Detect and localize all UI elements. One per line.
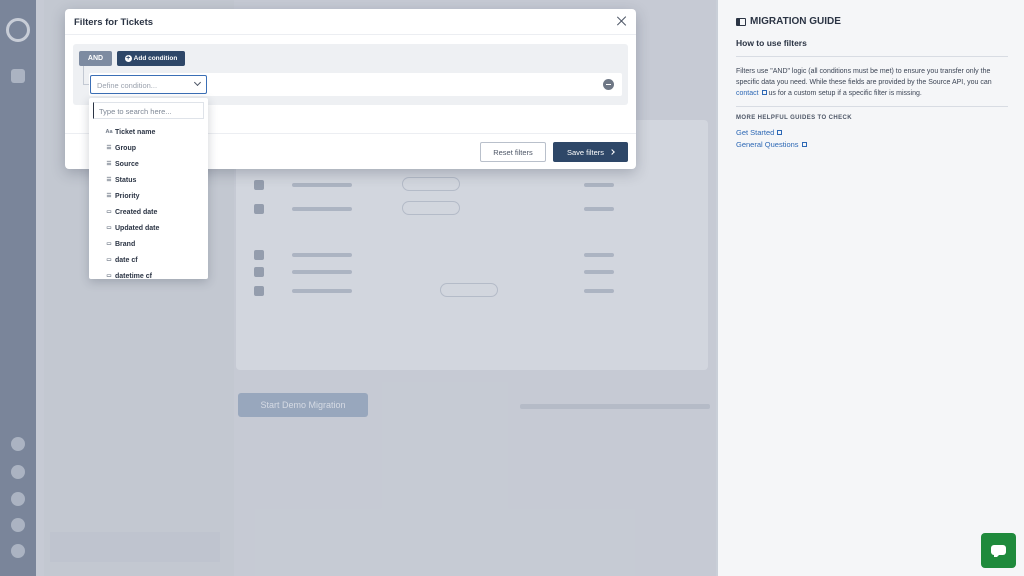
dropdown-item-label: Priority [115, 192, 140, 200]
list-icon: ☰ [106, 161, 112, 167]
dropdown-item[interactable]: ☰ Priority [89, 188, 208, 204]
chevron-down-icon [193, 78, 202, 87]
reset-filters-button[interactable]: Reset filters [480, 142, 546, 162]
list-icon: ☰ [106, 193, 112, 199]
guide-title: MIGRATION GUIDE [736, 16, 841, 27]
condition-dropdown: Type to search here... Aa Ticket name ☰ Gro… [89, 98, 208, 280]
calendar-icon: ▭ [106, 241, 112, 247]
dropdown-item-label: Status [115, 176, 137, 184]
calendar-icon: ▭ [106, 209, 112, 215]
calendar-icon: ▭ [106, 257, 112, 263]
dropdown-item-label: Updated date [115, 224, 160, 232]
dropdown-item[interactable]: ☰ Status [89, 172, 208, 188]
dropdown-item[interactable]: ▭ datetime cf [89, 268, 208, 284]
contact-link[interactable]: contact [736, 90, 767, 97]
get-started-link[interactable]: Get Started [736, 128, 783, 137]
modal-title: Filters for Tickets [74, 17, 154, 28]
modal-header: Filters for Tickets [65, 9, 636, 35]
dropdown-item[interactable]: ☰ Source [89, 156, 208, 172]
dropdown-search-input[interactable]: Type to search here... [93, 102, 204, 119]
dropdown-item-label: Created date [115, 208, 158, 216]
close-icon[interactable] [616, 15, 628, 27]
dropdown-item[interactable]: ▭ Brand [89, 236, 208, 252]
dropdown-item[interactable]: Aa Ticket name [89, 124, 208, 140]
divider [736, 56, 1008, 57]
calendar-icon: ▭ [106, 273, 112, 279]
guide-paragraph-text-1: Filters use "AND" logic (all conditions … [736, 68, 992, 86]
dropdown-item-label: Ticket name [115, 128, 156, 136]
add-condition-label: Add condition [133, 55, 178, 62]
chat-icon [991, 545, 1006, 557]
remove-condition-icon[interactable] [603, 79, 614, 90]
dropdown-item-label: Source [115, 160, 139, 168]
guide-subtitle: How to use filters [736, 38, 807, 48]
condition-row: Define condition... [89, 73, 622, 96]
filter-group: AND + Add condition Define condition... [73, 44, 628, 105]
dropdown-item[interactable]: ▭ Updated date [89, 220, 208, 236]
calendar-icon: ▭ [106, 225, 112, 231]
condition-select[interactable]: Define condition... [90, 75, 207, 94]
plus-icon: + [124, 55, 132, 62]
guide-title-text: MIGRATION GUIDE [750, 16, 841, 27]
save-filters-label: Save filters [566, 147, 605, 157]
chat-button[interactable] [981, 533, 1016, 568]
general-questions-link[interactable]: General Questions [736, 140, 807, 149]
dropdown-item-label: datetime cf [115, 272, 152, 280]
general-questions-link-text: General Questions [736, 140, 799, 149]
get-started-link-text: Get Started [736, 128, 775, 137]
dropdown-list: Aa Ticket name ☰ Group ☰ Source ☰ Status ☰ Priori… [89, 124, 208, 284]
condition-placeholder: Define condition... [97, 81, 158, 90]
list-icon: ☰ [106, 177, 112, 183]
dropdown-item-label: Group [115, 144, 136, 152]
external-link-icon [801, 142, 807, 147]
guide-paragraph: Filters use "AND" logic (all conditions … [736, 66, 1010, 99]
dropdown-item[interactable]: ▭ date cf [89, 252, 208, 268]
dropdown-item-label: date cf [115, 256, 138, 264]
divider [736, 106, 1008, 107]
add-condition-button[interactable]: + Add condition [117, 51, 185, 66]
contact-link-text: contact [736, 90, 759, 97]
list-icon: ☰ [106, 145, 112, 151]
external-link-icon [777, 130, 783, 135]
text-type-icon: Aa [105, 129, 113, 135]
and-logic-chip[interactable]: AND [79, 51, 112, 66]
book-icon [736, 17, 746, 26]
migration-guide-panel: MIGRATION GUIDE How to use filters Filte… [716, 0, 1024, 576]
more-guides-heading: MORE HELPFUL GUIDES TO CHECK [736, 115, 852, 121]
external-link-icon [761, 90, 767, 95]
dropdown-item-label: Brand [115, 240, 136, 248]
dropdown-item[interactable]: ▭ Created date [89, 204, 208, 220]
save-filters-button[interactable]: Save filters [553, 142, 628, 162]
chevron-right-icon [609, 149, 615, 155]
dropdown-item[interactable]: ☰ Group [89, 140, 208, 156]
guide-paragraph-text-2: us for a custom setup if a specific filt… [768, 90, 922, 97]
